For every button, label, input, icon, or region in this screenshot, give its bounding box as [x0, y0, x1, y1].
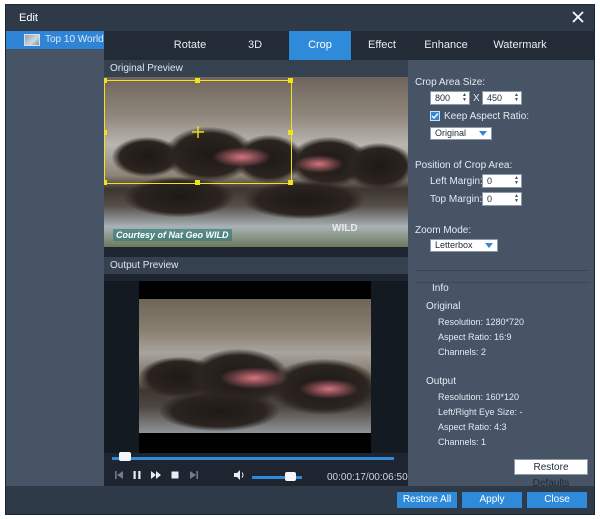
close-icon[interactable] [571, 10, 585, 24]
crop-handle[interactable] [104, 130, 107, 135]
keep-aspect-checkbox[interactable] [430, 111, 440, 121]
divider [415, 270, 588, 271]
top-margin-input[interactable]: 0 ▲ ▼ [482, 192, 522, 206]
output-channels: Channels: 1 [438, 437, 487, 447]
crop-width-input[interactable]: 800 ▲ ▼ [430, 91, 470, 105]
bottom-bar: Restore All Apply Close [6, 486, 594, 514]
left-margin-label: Left Margin: [430, 176, 483, 187]
list-item[interactable]: Top 10 World [6, 31, 104, 49]
volume-icon[interactable] [232, 468, 246, 482]
fast-forward-icon[interactable] [149, 468, 163, 482]
video-thumbnail [24, 34, 40, 46]
close-button[interactable]: Close [527, 492, 587, 508]
original-aspect-ratio: Aspect Ratio: 16:9 [438, 332, 512, 342]
chevron-down-icon [485, 243, 493, 248]
skip-back-icon[interactable] [112, 468, 126, 482]
stop-icon[interactable] [168, 468, 182, 482]
crop-height-input[interactable]: 450 ▲ ▼ [482, 91, 522, 105]
checkmark-icon [431, 113, 439, 120]
courtesy-caption: Courtesy of Nat Geo WILD [113, 229, 232, 241]
apply-button[interactable]: Apply [462, 492, 522, 508]
tab-effect[interactable]: Effect [356, 31, 408, 60]
spinner-arrows-icon[interactable]: ▲ ▼ [513, 176, 520, 186]
edit-window: Edit Top 10 World Rotate 3D Crop Effect … [5, 4, 595, 515]
scene-shape [299, 379, 359, 399]
output-canvas [139, 281, 371, 453]
progress-handle[interactable] [119, 452, 131, 461]
tab-rotate[interactable]: Rotate [144, 31, 236, 60]
tab-bar: Rotate 3D Crop Effect Enhance Watermark [104, 31, 594, 60]
skip-forward-icon[interactable] [187, 468, 201, 482]
original-resolution: Resolution: 1280*720 [438, 317, 525, 327]
original-channels: Channels: 2 [438, 347, 487, 357]
tab-crop[interactable]: Crop [289, 31, 351, 60]
crop-center-icon [192, 126, 204, 138]
keep-aspect-label: Keep Aspect Ratio: [444, 111, 530, 122]
original-preview-label: Original Preview [104, 60, 408, 77]
tab-3d[interactable]: 3D [230, 31, 280, 60]
output-preview-label: Output Preview [104, 257, 408, 274]
volume-handle[interactable] [285, 472, 296, 481]
left-margin-input[interactable]: 0 ▲ ▼ [482, 174, 522, 188]
crop-handle[interactable] [288, 78, 293, 83]
spinner-arrows-icon[interactable]: ▲ ▼ [513, 93, 520, 103]
tab-enhance[interactable]: Enhance [414, 31, 478, 60]
preview-area: Original Preview Courtesy of Nat Geo WIL… [104, 60, 408, 486]
spinner-arrows-icon[interactable]: ▲ ▼ [461, 93, 468, 103]
pause-icon[interactable] [130, 468, 144, 482]
restore-defaults-button[interactable]: Restore Defaults [514, 459, 588, 489]
list-item-label: Top 10 World [45, 34, 104, 45]
aspect-ratio-value: Original [435, 128, 467, 138]
crop-handle[interactable] [104, 180, 107, 185]
aspect-ratio-select[interactable]: Original [430, 127, 492, 140]
tab-watermark[interactable]: Watermark [482, 31, 558, 60]
restore-all-button[interactable]: Restore All [397, 492, 457, 508]
scene-shape [294, 155, 344, 173]
top-margin-value: 0 [487, 194, 493, 204]
crop-frame[interactable] [104, 78, 293, 185]
left-margin-value: 0 [487, 176, 493, 186]
crop-position-label: Position of Crop Area: [415, 160, 513, 171]
file-list: Top 10 World [6, 31, 104, 486]
size-separator: X [473, 93, 480, 104]
zoom-mode-label: Zoom Mode: [415, 225, 472, 236]
crop-height-value: 450 [487, 93, 503, 103]
crop-handle[interactable] [288, 180, 293, 185]
output-resolution: Resolution: 160*120 [438, 392, 520, 402]
crop-handle[interactable] [195, 180, 200, 185]
chevron-down-icon [479, 131, 487, 136]
channel-watermark: WILD [332, 223, 358, 234]
spinner-arrows-icon[interactable]: ▲ ▼ [513, 194, 520, 204]
progress-track[interactable] [112, 457, 394, 460]
crop-area-size-label: Crop Area Size: [415, 77, 486, 88]
crop-handle[interactable] [195, 78, 200, 83]
info-output-heading: Output [426, 376, 457, 387]
scene-shape [159, 391, 279, 431]
player-controls: 00:00:17/00:06:50 [104, 464, 408, 486]
crop-settings-panel: Crop Area Size: 800 ▲ ▼ X 450 ▲ ▼ Keep Asp… [408, 60, 594, 489]
zoom-mode-select[interactable]: Letterbox [430, 239, 498, 252]
output-preview [104, 281, 408, 453]
scene-shape [244, 181, 364, 219]
crop-handle[interactable] [288, 130, 293, 135]
scene-shape [344, 143, 408, 189]
zoom-mode-value: Letterbox [435, 240, 473, 250]
info-original-heading: Original [426, 301, 461, 312]
original-preview[interactable]: Courtesy of Nat Geo WILD WILD [104, 77, 408, 247]
scene-shape [219, 367, 289, 389]
top-margin-label: Top Margin: [430, 194, 483, 205]
title-bar: Edit [6, 5, 594, 31]
output-eye-size: Left/Right Eye Size: - [438, 407, 523, 417]
time-readout: 00:00:17/00:06:50 [327, 472, 408, 483]
crop-width-value: 800 [435, 93, 451, 103]
output-aspect-ratio: Aspect Ratio: 4:3 [438, 422, 507, 432]
crop-handle[interactable] [104, 78, 107, 83]
output-frame [139, 299, 371, 433]
window-title: Edit [19, 12, 38, 24]
